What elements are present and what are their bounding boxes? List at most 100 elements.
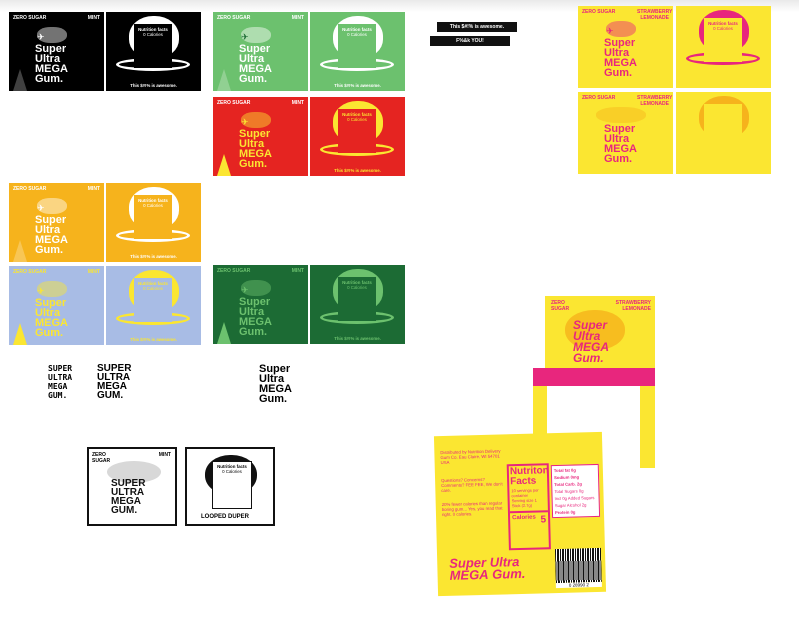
- nutrition-title: Nutrition facts 0 Calories: [217, 464, 247, 474]
- calories-claim-text: 20% fewer calories than regular boring g…: [441, 500, 503, 518]
- flavor-text: STRAWBERRY LEMONADE: [615, 300, 651, 312]
- awesome-text: This $#!% is awesome.: [334, 83, 381, 88]
- awesome-text: This $#!% is awesome.: [334, 336, 381, 341]
- product-title: Super Ultra MEGA Gum.: [35, 297, 68, 339]
- card-yellow-front: ZERO SUGAR STRAWBERRY LEMONADE ✈ Super U…: [578, 6, 673, 88]
- card-orange-back: Nutrition facts 0 Calories This $#!% is a…: [106, 183, 201, 262]
- plane-icon: ✈: [37, 286, 45, 296]
- mushroom-base: [13, 240, 27, 262]
- nutrition-title: Nutrition facts 0 Calories: [138, 281, 168, 291]
- mushroom-base: [217, 322, 231, 344]
- zero-sugar-text: ZERO SUGAR: [217, 15, 251, 21]
- card-green-back: Nutrition facts 0 Calories This $#!% is a…: [310, 12, 405, 91]
- zero-sugar-text: ZERO SUGAR: [92, 452, 111, 464]
- nf-serving-size: Serving size 1 Stick (2.7g): [511, 497, 537, 509]
- product-title: Super Ultra MEGA Gum.: [604, 123, 637, 165]
- card-outline-front: ZERO SUGAR MINT SUPER ULTRA MEGA GUM.: [87, 447, 177, 526]
- label-awesome: This $#!% is awesome.: [437, 22, 517, 32]
- card-red-back: Nutrition facts 0 Calories This $#!% is a…: [310, 97, 405, 176]
- mushroom-base: [217, 69, 231, 91]
- card-green-front: ZERO SUGAR MINT ✈ Super Ultra MEGA Gum.: [213, 12, 308, 91]
- flavor-text: MINT: [291, 100, 304, 106]
- nutrition-facts-box: Nutriton Facts 10 servings per container…: [506, 463, 551, 551]
- flavor-text: STRAWBERRY LEMONADE: [637, 9, 673, 21]
- barcode-number: 0 28990 2: [555, 581, 602, 589]
- flavor-text: MINT: [87, 269, 100, 275]
- logo-variant-1: SUPER ULTRA MEGA GUM.: [48, 364, 73, 400]
- awesome-text: This $#!% is awesome.: [130, 254, 177, 259]
- card-darkgreen-back: Nutrition facts 0 Calories This $#!% is a…: [310, 265, 405, 344]
- nutrition-title: Nutrition facts 0 Calories: [138, 27, 168, 37]
- card-black-front: ZERO SUGAR MINT ✈ Super Ultra MEGA Gum.: [9, 12, 104, 91]
- pack-product-name: Super Ultra MEGA Gum.: [449, 554, 526, 583]
- product-title: Super Ultra MEGA Gum.: [604, 37, 637, 79]
- mushroom-base: [217, 154, 231, 176]
- zero-sugar-text: ZERO SUGAR: [582, 9, 616, 15]
- looped-caption: LOOPED DUPER: [201, 514, 250, 520]
- card-darkgreen-front: ZERO SUGAR MINT ✈ Super Ultra MEGA Gum.: [213, 265, 308, 344]
- nutrition-title: Nutrition facts 0 Calories: [342, 280, 372, 290]
- plane-icon: ✈: [241, 32, 249, 42]
- card-orange-front: ZERO SUGAR MINT ✈ Super Ultra MEGA Gum.: [9, 183, 104, 262]
- ingredients-text: Distributed by Nutrition Delivery Gum Co…: [440, 448, 501, 466]
- card-red-front: ZERO SUGAR MINT ✈ Super Ultra MEGA Gum.: [213, 97, 308, 176]
- flavor-text: MINT: [87, 15, 100, 21]
- nutrition-title: Nutrition facts 0 Calories: [342, 112, 372, 122]
- flavor-text: MINT: [87, 186, 100, 192]
- card-yellow-back: Nutrition facts 0 Calories: [676, 6, 771, 88]
- zero-sugar-text: ZERO SUGAR: [13, 15, 47, 21]
- calories-value: 5: [540, 514, 547, 526]
- product-title: Super Ultra MEGA Gum.: [239, 43, 272, 85]
- awesome-text: This $#!% is awesome.: [130, 337, 177, 342]
- nutrition-title: Nutrition facts 0 Calories: [138, 198, 168, 208]
- plane-icon: ✈: [37, 32, 45, 42]
- zero-sugar-text: ZERO SUGAR: [582, 95, 616, 101]
- nf-calories-row: Calories 5: [509, 510, 549, 529]
- zero-sugar-text: ZERO SUGAR: [217, 100, 251, 106]
- barcode: [554, 547, 602, 584]
- zero-sugar-text: ZERO SUGAR: [13, 269, 47, 275]
- nutrition-details: Total fat 0g Sodium 0mg Total Carb. 2g T…: [550, 463, 601, 519]
- nf-title: Nutriton Facts: [509, 465, 549, 488]
- product-title: SUPER ULTRA MEGA GUM.: [111, 478, 146, 516]
- zero-sugar-text: ZERO SUGAR: [551, 300, 570, 312]
- flavor-text: MINT: [291, 268, 304, 274]
- flavor-text: MINT: [291, 15, 304, 21]
- cloud-shape: [596, 107, 646, 123]
- product-title: Super Ultra MEGA Gum.: [239, 128, 272, 170]
- box-net-flap-left: [533, 386, 547, 440]
- plane-icon: ✈: [241, 117, 249, 127]
- product-title: Super Ultra MEGA Gum.: [239, 296, 272, 338]
- box-net-pink-band: [533, 368, 655, 386]
- flavor-text: MINT: [158, 452, 171, 458]
- gum-pack: Distributed by Nutrition Delivery Gum Co…: [433, 431, 607, 597]
- questions-text: Questions? Concerns? Comments? FEE FEE, …: [441, 476, 503, 494]
- box-net-flap-right: [640, 386, 655, 468]
- nutrition-title: Nutrition facts 0 Calories: [342, 27, 372, 37]
- plane-icon: ✈: [37, 203, 45, 213]
- card-outline-back: Nutrition facts 0 Calories LOOPED DUPER: [185, 447, 275, 526]
- label-fyou: F%&k YOU!: [430, 36, 510, 46]
- zero-sugar-text: ZERO SUGAR: [217, 268, 251, 274]
- card-yellow-alt-front: ZERO SUGAR STRAWBERRY LEMONADE Super Ult…: [578, 92, 673, 174]
- calories-label: Calories: [512, 514, 536, 522]
- flavor-text: STRAWBERRY LEMONADE: [637, 95, 673, 107]
- mushroom-base: [13, 69, 27, 91]
- product-title: Super Ultra MEGA Gum.: [35, 43, 68, 85]
- logo-variant-3: Super Ultra MEGA Gum.: [259, 363, 292, 405]
- nutrition-panel: [704, 104, 742, 148]
- product-title: Super Ultra MEGA Gum.: [35, 214, 68, 256]
- card-lavender-front: ZERO SUGAR MINT ✈ Super Ultra MEGA Gum.: [9, 266, 104, 345]
- nutrition-title: Nutrition facts 0 Calories: [708, 21, 738, 31]
- card-black-back: Nutrition facts 0 Calories This $#!% is a…: [106, 12, 201, 91]
- plane-icon: ✈: [241, 285, 249, 295]
- card-lavender-back: Nutrition facts 0 Calories This $#!% is a…: [106, 266, 201, 345]
- awesome-text: This $#!% is awesome.: [130, 83, 177, 88]
- plane-icon: ✈: [606, 26, 614, 36]
- card-yellow-alt-back: [676, 92, 771, 174]
- zero-sugar-text: ZERO SUGAR: [13, 186, 47, 192]
- product-title: Super Ultra MEGA Gum.: [573, 318, 609, 365]
- logo-variant-2: SUPER ULTRA MEGA GUM.: [97, 363, 132, 401]
- mushroom-base: [13, 323, 27, 345]
- awesome-text: This $#!% is awesome.: [334, 168, 381, 173]
